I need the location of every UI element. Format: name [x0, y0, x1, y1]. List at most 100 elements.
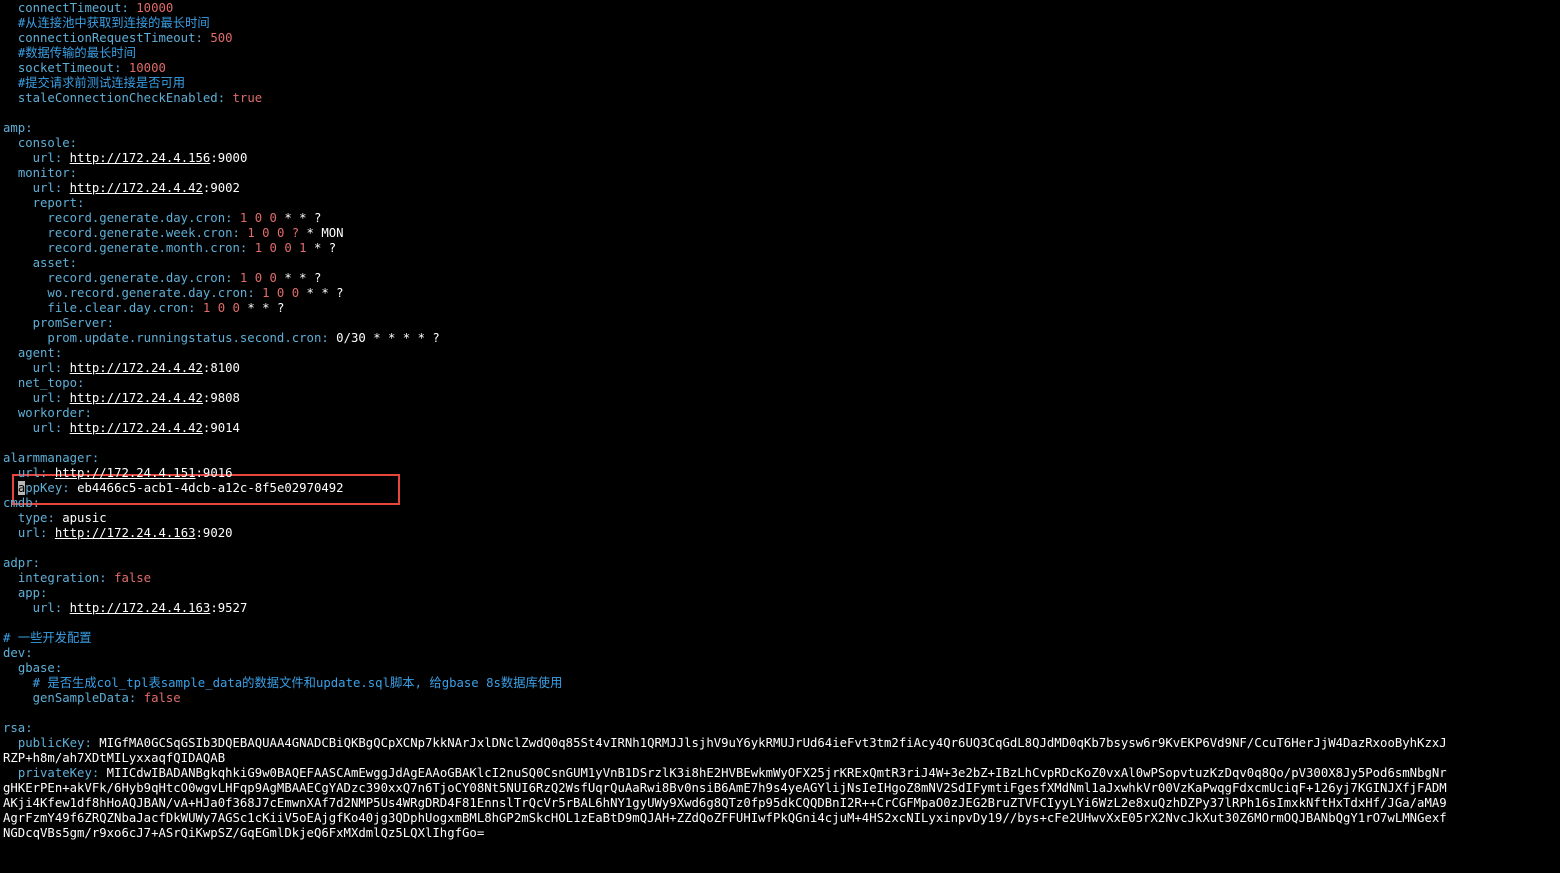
yaml-separator: : [25, 121, 33, 135]
yaml-value: apusic [62, 511, 107, 525]
code-line[interactable]: #数据传输的最长时间 [3, 46, 136, 61]
yaml-key: report [32, 196, 78, 210]
yaml-separator: : [54, 661, 63, 675]
code-line[interactable]: record.generate.week.cron: 1 0 0 ? * MON [3, 226, 343, 241]
yaml-separator: : [217, 91, 233, 105]
yaml-separator: : [84, 736, 100, 750]
code-line[interactable]: file.clear.day.cron: 1 0 0 * * ? [3, 301, 284, 316]
yaml-literal: 500 [210, 31, 233, 45]
code-line[interactable]: agent: [3, 346, 62, 361]
yaml-separator: : [99, 571, 115, 585]
code-line[interactable]: url: http://172.24.4.151:9016 [3, 466, 233, 481]
code-line[interactable]: asset: [3, 256, 77, 271]
yaml-url: http://172.24.4.163 [54, 526, 196, 540]
yaml-value: * * ? [239, 301, 285, 315]
yaml-separator: : [62, 481, 78, 495]
code-line[interactable]: wo.record.generate.day.cron: 1 0 0 * * ? [3, 286, 343, 301]
yaml-value: MIICdwIBADANBgkqhkiG9w0BAQEFAASCAmEwggJd… [106, 766, 1447, 780]
code-line[interactable]: record.generate.day.cron: 1 0 0 * * ? [3, 271, 321, 286]
code-line[interactable]: appKey: eb4466c5-acb1-4dcb-a12c-8f5e0297… [3, 481, 344, 496]
code-line[interactable]: integration: false [3, 571, 151, 586]
code-line[interactable]: gbase: [3, 661, 62, 676]
code-line[interactable]: gHKErPEn+akVFk/6Hyb9qHtcO0wgvLHFqp9AgMBA… [3, 781, 1447, 796]
yaml-literal: 1 0 0 [239, 211, 277, 225]
code-line[interactable]: prom.update.runningstatus.second.cron: 0… [3, 331, 439, 346]
yaml-value: * ? [306, 241, 337, 255]
code-line[interactable]: RZP+h8m/ah7XDtMILyxxaqfQIDAQAB [3, 751, 225, 766]
yaml-key: url [32, 181, 55, 195]
yaml-key: wo.record.generate.day.cron [47, 286, 248, 300]
code-line[interactable]: privateKey: MIICdwIBADANBgkqhkiG9w0BAQEF… [3, 766, 1447, 781]
yaml-url: http://172.24.4.42 [69, 361, 203, 375]
code-line[interactable]: #从连接池中获取到连接的最长时间 [3, 16, 210, 31]
yaml-separator: : [225, 271, 240, 285]
code-line[interactable]: staleConnectionCheckEnabled: true [3, 91, 262, 106]
code-line[interactable]: dev: [3, 646, 33, 661]
code-line[interactable]: alarmmanager: [3, 451, 99, 466]
code-line[interactable]: amp: [3, 121, 33, 136]
yaml-key: url [17, 526, 41, 540]
yaml-key: prom.update.runningstatus.second.cron [47, 331, 322, 345]
yaml-literal: true [232, 91, 263, 105]
code-line[interactable]: url: http://172.24.4.42:9002 [3, 181, 240, 196]
yaml-value: :9016 [195, 466, 233, 480]
code-line[interactable]: connectTimeout: 10000 [3, 1, 174, 16]
code-line[interactable]: net_topo: [3, 376, 85, 391]
yaml-separator: : [232, 226, 248, 240]
code-line[interactable]: cmdb: [3, 496, 40, 511]
yaml-key: agent [17, 346, 55, 360]
yaml-value: :9000 [210, 151, 248, 165]
code-line[interactable]: rsa: [3, 721, 33, 736]
code-line[interactable]: genSampleData: false [3, 691, 181, 706]
code-line[interactable]: app: [3, 586, 48, 601]
code-line[interactable]: adpr: [3, 556, 40, 571]
yaml-url: http://172.24.4.42 [69, 391, 203, 405]
code-line[interactable]: report: [3, 196, 85, 211]
yaml-separator: : [321, 331, 337, 345]
yaml-url: http://172.24.4.163 [69, 601, 211, 615]
code-line[interactable]: connectionRequestTimeout: 500 [3, 31, 233, 46]
yaml-separator: : [54, 601, 70, 615]
code-line[interactable]: url: http://172.24.4.163:9020 [3, 526, 233, 541]
code-line[interactable]: url: http://172.24.4.42:9014 [3, 421, 240, 436]
code-line[interactable]: promServer: [3, 316, 114, 331]
code-line[interactable]: # 一些开发配置 [3, 631, 92, 646]
yaml-key: connectionRequestTimeout [17, 31, 196, 45]
code-line[interactable]: NGDcqVBs5gm/r9xo6cJ7+ASrQiKwpSZ/GqEGmlDk… [3, 826, 484, 841]
code-line[interactable]: url: http://172.24.4.156:9000 [3, 151, 248, 166]
code-line[interactable]: #提交请求前测试连接是否可用 [3, 76, 185, 91]
code-line[interactable]: publicKey: MIGfMA0GCSqGSIb3DQEBAQUAA4GNA… [3, 736, 1447, 751]
code-line[interactable]: AgrFzmY49f6ZRQZNbaJacfDkWUWy7AGSc1cKiiV5… [3, 811, 1447, 826]
code-line[interactable]: type: apusic [3, 511, 107, 526]
code-line[interactable]: console: [3, 136, 77, 151]
code-line[interactable]: url: http://172.24.4.42:8100 [3, 361, 240, 376]
code-comment: #从连接池中获取到连接的最长时间 [17, 16, 210, 30]
yaml-separator: : [239, 241, 255, 255]
code-comment: #数据传输的最长时间 [17, 46, 136, 60]
code-line[interactable]: socketTimeout: 10000 [3, 61, 166, 76]
code-line[interactable]: record.generate.day.cron: 1 0 0 * * ? [3, 211, 321, 226]
code-line[interactable]: record.generate.month.cron: 1 0 0 1 * ? [3, 241, 336, 256]
code-line[interactable]: url: http://172.24.4.42:9808 [3, 391, 240, 406]
terminal-editor[interactable]: connectTimeout: 10000 #从连接池中获取到连接的最长时间 c… [0, 0, 1560, 873]
code-line[interactable]: workorder: [3, 406, 92, 421]
code-line[interactable]: url: http://172.24.4.163:9527 [3, 601, 248, 616]
yaml-separator: : [54, 181, 70, 195]
code-line[interactable]: monitor: [3, 166, 77, 181]
code-line[interactable]: AKji4Kfew1df8hHoAQJBAN/vA+HJa0f368J7cEmw… [3, 796, 1447, 811]
code-line[interactable]: # 是否生成col_tpl表sample_data的数据文件和update.sq… [3, 676, 563, 691]
yaml-literal: 1 0 0 1 [254, 241, 307, 255]
